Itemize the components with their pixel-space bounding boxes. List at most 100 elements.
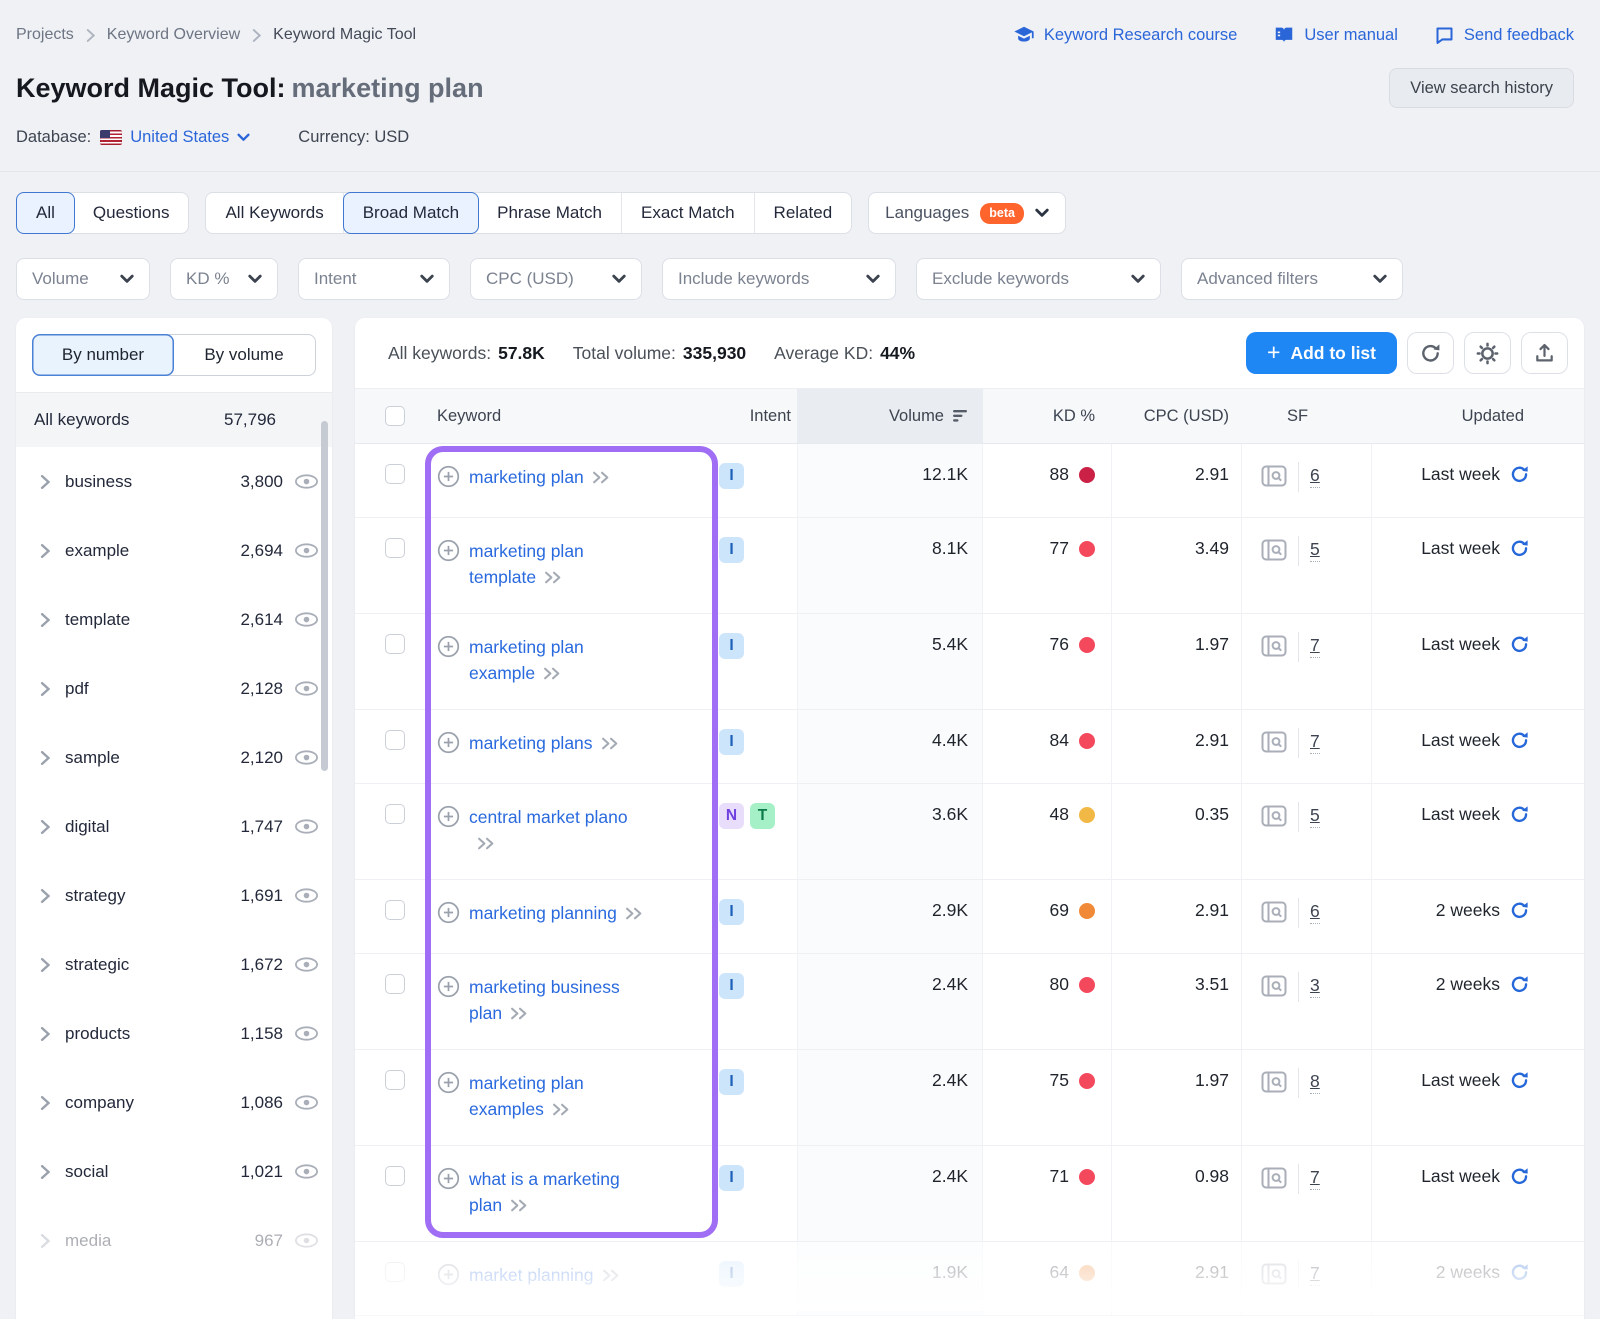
header-link-graduation-cap[interactable]: Keyword Research course bbox=[1013, 24, 1238, 46]
tab-broad-match[interactable]: Broad Match bbox=[343, 192, 479, 234]
sidebar-group-pdf[interactable]: pdf 2,128 bbox=[16, 654, 332, 723]
view-search-history-button[interactable]: View search history bbox=[1389, 68, 1574, 108]
hide-group-eye-icon[interactable] bbox=[294, 1164, 319, 1179]
refresh-button[interactable] bbox=[1407, 332, 1454, 374]
hide-group-eye-icon[interactable] bbox=[294, 1095, 319, 1110]
expand-keyword-icon[interactable] bbox=[543, 667, 562, 680]
refresh-metrics-icon[interactable] bbox=[1509, 804, 1530, 879]
hide-group-eye-icon[interactable] bbox=[294, 888, 319, 903]
serp-preview-icon[interactable] bbox=[1261, 1071, 1287, 1093]
row-checkbox[interactable] bbox=[385, 974, 405, 994]
filter-exclude-keywords[interactable]: Exclude keywords bbox=[916, 258, 1161, 300]
refresh-metrics-icon[interactable] bbox=[1509, 538, 1530, 613]
chevron-right-icon[interactable] bbox=[40, 1165, 50, 1179]
export-button[interactable] bbox=[1521, 332, 1568, 374]
hide-group-eye-icon[interactable] bbox=[294, 474, 319, 489]
add-keyword-to-list-icon[interactable] bbox=[437, 1167, 460, 1190]
sidebar-group-business[interactable]: business 3,800 bbox=[16, 447, 332, 516]
tab-questions[interactable]: Questions bbox=[74, 193, 189, 233]
chevron-right-icon[interactable] bbox=[40, 958, 50, 972]
sf-count[interactable]: 5 bbox=[1310, 805, 1320, 828]
add-keyword-to-list-icon[interactable] bbox=[437, 465, 460, 488]
refresh-metrics-icon[interactable] bbox=[1509, 1262, 1530, 1315]
filter-intent[interactable]: Intent bbox=[298, 258, 450, 300]
keyword-link[interactable]: market planning bbox=[469, 1265, 594, 1285]
filter-cpc-usd-[interactable]: CPC (USD) bbox=[470, 258, 642, 300]
column-header-updated[interactable]: Updated bbox=[1371, 389, 1584, 443]
keyword-link[interactable]: what is a marketing plan bbox=[469, 1169, 620, 1215]
add-keyword-to-list-icon[interactable] bbox=[437, 805, 460, 828]
hide-group-eye-icon[interactable] bbox=[294, 957, 319, 972]
serp-preview-icon[interactable] bbox=[1261, 1263, 1287, 1285]
select-all-checkbox[interactable] bbox=[385, 406, 405, 426]
chevron-right-icon[interactable] bbox=[40, 682, 50, 696]
serp-preview-icon[interactable] bbox=[1261, 901, 1287, 923]
keyword-link[interactable]: marketing plan bbox=[469, 467, 584, 487]
add-keyword-to-list-icon[interactable] bbox=[437, 1263, 460, 1286]
sidebar-group-sample[interactable]: sample 2,120 bbox=[16, 723, 332, 792]
column-header-kd[interactable]: KD % bbox=[983, 389, 1111, 443]
chevron-right-icon[interactable] bbox=[40, 889, 50, 903]
expand-keyword-icon[interactable] bbox=[510, 1199, 529, 1212]
sidebar-tab-by-number[interactable]: By number bbox=[32, 334, 174, 376]
refresh-metrics-icon[interactable] bbox=[1509, 974, 1530, 1049]
hide-group-eye-icon[interactable] bbox=[294, 819, 319, 834]
chevron-right-icon[interactable] bbox=[40, 613, 50, 627]
sf-count[interactable]: 8 bbox=[1310, 1071, 1320, 1094]
chevron-right-icon[interactable] bbox=[40, 820, 50, 834]
row-checkbox[interactable] bbox=[385, 1166, 405, 1186]
serp-preview-icon[interactable] bbox=[1261, 539, 1287, 561]
hide-group-eye-icon[interactable] bbox=[294, 750, 319, 765]
expand-keyword-icon[interactable] bbox=[601, 737, 620, 750]
sidebar-group-template[interactable]: template 2,614 bbox=[16, 585, 332, 654]
expand-keyword-icon[interactable] bbox=[592, 471, 611, 484]
serp-preview-icon[interactable] bbox=[1261, 465, 1287, 487]
tab-exact-match[interactable]: Exact Match bbox=[622, 193, 755, 233]
breadcrumb-item[interactable]: Keyword Magic Tool bbox=[273, 26, 416, 44]
breadcrumb-item[interactable]: Keyword Overview bbox=[107, 26, 240, 44]
keyword-link[interactable]: marketing business plan bbox=[469, 977, 620, 1023]
expand-keyword-icon[interactable] bbox=[510, 1007, 529, 1020]
header-link-chat-bubble[interactable]: Send feedback bbox=[1434, 25, 1574, 46]
row-checkbox[interactable] bbox=[385, 538, 405, 558]
row-checkbox[interactable] bbox=[385, 804, 405, 824]
sidebar-group-products[interactable]: products 1,158 bbox=[16, 999, 332, 1068]
chevron-right-icon[interactable] bbox=[40, 613, 50, 627]
expand-keyword-icon[interactable] bbox=[552, 1103, 571, 1116]
refresh-metrics-icon[interactable] bbox=[1509, 1070, 1530, 1145]
row-checkbox[interactable] bbox=[385, 634, 405, 654]
chevron-right-icon[interactable] bbox=[40, 889, 50, 903]
sidebar-group-social[interactable]: social 1,021 bbox=[16, 1137, 332, 1206]
refresh-metrics-icon[interactable] bbox=[1509, 900, 1530, 953]
row-checkbox[interactable] bbox=[385, 464, 405, 484]
add-keyword-to-list-icon[interactable] bbox=[437, 975, 460, 998]
row-checkbox[interactable] bbox=[385, 900, 405, 920]
sidebar-group-media[interactable]: media 967 bbox=[16, 1206, 332, 1275]
filter-include-keywords[interactable]: Include keywords bbox=[662, 258, 896, 300]
serp-preview-icon[interactable] bbox=[1261, 805, 1287, 827]
chevron-right-icon[interactable] bbox=[40, 751, 50, 765]
keyword-link[interactable]: central market plano bbox=[469, 807, 628, 827]
serp-preview-icon[interactable] bbox=[1261, 635, 1287, 657]
row-checkbox[interactable] bbox=[385, 1262, 405, 1282]
chevron-right-icon[interactable] bbox=[40, 1096, 50, 1110]
settings-button[interactable] bbox=[1464, 332, 1511, 374]
chevron-right-icon[interactable] bbox=[40, 1165, 50, 1179]
refresh-metrics-icon[interactable] bbox=[1509, 730, 1530, 783]
add-keyword-to-list-icon[interactable] bbox=[437, 731, 460, 754]
chevron-right-icon[interactable] bbox=[40, 1234, 50, 1248]
chevron-right-icon[interactable] bbox=[40, 1096, 50, 1110]
sf-count[interactable]: 7 bbox=[1310, 1263, 1320, 1286]
database-selector[interactable]: United States bbox=[100, 128, 250, 147]
expand-keyword-icon[interactable] bbox=[544, 571, 563, 584]
chevron-right-icon[interactable] bbox=[40, 1234, 50, 1248]
chevron-right-icon[interactable] bbox=[40, 475, 50, 489]
add-keyword-to-list-icon[interactable] bbox=[437, 1071, 460, 1094]
tab-phrase-match[interactable]: Phrase Match bbox=[478, 193, 622, 233]
filter-advanced-filters[interactable]: Advanced filters bbox=[1181, 258, 1403, 300]
tab-all-keywords[interactable]: All Keywords bbox=[206, 193, 343, 233]
refresh-metrics-icon[interactable] bbox=[1509, 464, 1530, 517]
hide-group-eye-icon[interactable] bbox=[294, 1026, 319, 1041]
sf-count[interactable]: 6 bbox=[1310, 465, 1320, 488]
refresh-metrics-icon[interactable] bbox=[1509, 634, 1530, 709]
